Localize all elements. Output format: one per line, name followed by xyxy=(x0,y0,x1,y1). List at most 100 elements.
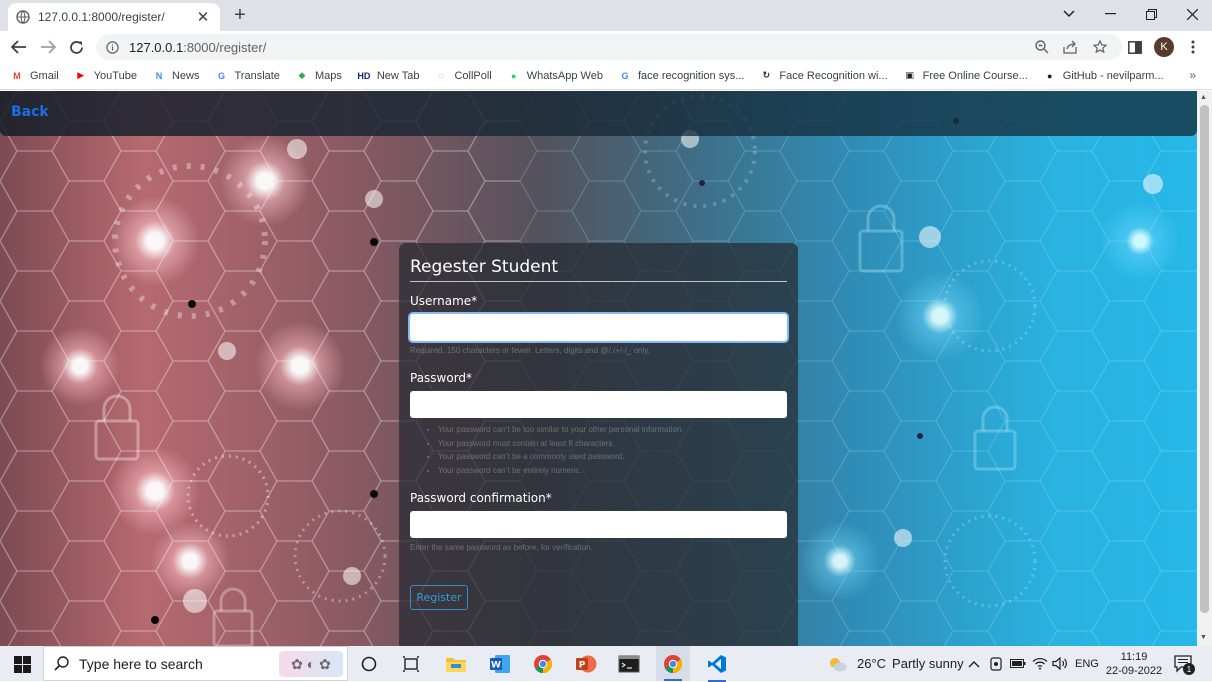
wifi-icon[interactable] xyxy=(1032,646,1048,681)
register-form-card: Regester Student Username* Required. 150… xyxy=(399,243,798,646)
password-label: Password* xyxy=(410,371,473,385)
taskbar-search-box[interactable]: Type here to search ✿ ◐ ✿ xyxy=(43,646,348,681)
weather-description: Partly sunny xyxy=(892,656,964,671)
bookmark-label: WhatsApp Web xyxy=(526,69,603,82)
bookmark-label: Free Online Course... xyxy=(922,69,1028,82)
language-indicator[interactable]: ENG xyxy=(1075,646,1099,681)
search-placeholder: Type here to search xyxy=(79,655,203,672)
bookmark-item[interactable]: ● GitHub - nevilparm... xyxy=(1043,69,1164,83)
clock-date: 22-09-2022 xyxy=(1105,664,1163,677)
share-icon[interactable] xyxy=(1059,34,1081,60)
partly-sunny-icon xyxy=(827,655,849,673)
page-header-bar: Back xyxy=(0,91,1197,136)
clock[interactable]: 11:19 22-09-2022 xyxy=(1104,646,1164,681)
scroll-up-arrow-icon[interactable]: ▲ xyxy=(1200,94,1207,101)
word-icon[interactable]: W xyxy=(487,651,513,677)
terminal-icon[interactable] xyxy=(616,651,642,677)
url-host: 127.0.0.1 xyxy=(129,39,184,55)
face-recognition-icon: ↻ xyxy=(762,70,771,80)
username-input[interactable] xyxy=(410,314,787,341)
bookmark-label: CollPoll xyxy=(454,69,492,82)
task-view-icon[interactable] xyxy=(398,651,424,677)
site-info-icon[interactable] xyxy=(106,40,119,54)
bookmark-star-icon[interactable] xyxy=(1089,34,1111,60)
more-menu-icon[interactable] xyxy=(1181,35,1205,59)
bookmark-item[interactable]: HD New Tab xyxy=(357,69,420,83)
course-icon: ▣ xyxy=(905,70,914,80)
password-confirmation-help-text: Enter the same password as before, for v… xyxy=(410,543,593,552)
password-rule: Your password must contain at least 8 ch… xyxy=(438,437,787,451)
profile-avatar[interactable]: K xyxy=(1152,35,1176,59)
weather-widget[interactable]: 26°C Partly sunny xyxy=(827,646,964,681)
bookmark-label: GitHub - nevilparm... xyxy=(1062,69,1164,82)
minimize-icon[interactable] xyxy=(1090,0,1130,28)
new-tab-icon[interactable]: + xyxy=(230,5,250,25)
file-explorer-icon[interactable] xyxy=(443,651,469,677)
chrome-active-icon[interactable] xyxy=(656,646,690,681)
bookmarks-overflow-icon[interactable]: » xyxy=(1189,68,1196,82)
tab-title: 127.0.0.1:8000/register/ xyxy=(38,10,165,24)
bookmark-item[interactable]: ▶ YouTube xyxy=(74,69,137,83)
back-arrow-icon[interactable] xyxy=(7,35,31,59)
bookmark-item[interactable]: M Gmail xyxy=(10,69,58,83)
vscode-icon[interactable] xyxy=(704,651,730,682)
bookmark-item[interactable]: N News xyxy=(152,69,200,83)
zoom-icon[interactable] xyxy=(1031,34,1053,60)
tab-strip: 127.0.0.1:8000/register/ ✕ + xyxy=(0,0,1212,31)
bookmark-item[interactable]: ↻ Face Recognition wi... xyxy=(759,69,888,83)
powerpoint-icon[interactable]: P xyxy=(573,651,599,677)
scrollbar-thumb[interactable] xyxy=(1200,105,1209,613)
weather-temperature: 26°C xyxy=(857,656,887,671)
register-button[interactable]: Register xyxy=(410,585,468,610)
close-tab-icon[interactable]: ✕ xyxy=(194,8,212,26)
address-bar[interactable]: 127.0.0.1:8000/register/ xyxy=(96,34,1122,60)
bookmark-item[interactable]: G Translate xyxy=(214,69,280,83)
back-link[interactable]: Back xyxy=(11,104,49,120)
forward-arrow-icon[interactable] xyxy=(36,35,60,59)
scroll-down-arrow-icon[interactable]: ▼ xyxy=(1200,634,1207,641)
bookmark-item[interactable]: ▣ Free Online Course... xyxy=(903,69,1028,83)
volume-icon[interactable] xyxy=(1052,646,1067,681)
cortana-icon[interactable] xyxy=(356,651,382,677)
collpoll-icon: ◌ xyxy=(438,70,445,81)
reload-icon[interactable] xyxy=(64,35,88,59)
tab-search-chevron-icon[interactable] xyxy=(1049,0,1089,28)
bookmark-item[interactable]: ◆ Maps xyxy=(295,69,342,83)
password-rule: Your password can’t be too similar to yo… xyxy=(438,423,787,437)
profile-initial: K xyxy=(1154,37,1174,57)
bookmark-label: New Tab xyxy=(376,69,420,82)
page-scrollbar[interactable]: ▲ ▼ xyxy=(1197,91,1212,646)
svg-text:W: W xyxy=(491,661,501,671)
bookmark-item[interactable]: ● WhatsApp Web xyxy=(507,69,603,83)
bookmark-label: Translate xyxy=(234,69,280,82)
username-help-text: Required. 150 characters or fewer. Lette… xyxy=(410,346,650,355)
windows-start-icon[interactable] xyxy=(9,651,35,677)
url-path: :8000/register/ xyxy=(183,39,267,55)
username-label: Username* xyxy=(410,294,478,308)
bookmarks-bar: M Gmail ▶ YouTube N News G Translate ◆ Maps HD New … xyxy=(0,62,1212,90)
close-window-icon[interactable] xyxy=(1172,0,1212,28)
hd-icon: HD xyxy=(357,70,371,81)
side-panel-icon[interactable] xyxy=(1123,35,1147,59)
whatsapp-icon: ● xyxy=(511,70,517,81)
notification-center-icon[interactable]: 1 xyxy=(1174,646,1195,681)
google-icon: G xyxy=(621,70,629,81)
browser-toolbar: 127.0.0.1:8000/register/ K xyxy=(0,31,1212,62)
password-confirmation-input[interactable] xyxy=(410,511,787,538)
notification-count-badge: 1 xyxy=(1183,663,1195,675)
password-input[interactable] xyxy=(410,391,787,418)
chrome-icon[interactable] xyxy=(530,651,556,677)
password-rules-list: Your password can’t be too similar to yo… xyxy=(438,423,787,477)
bookmark-item[interactable]: ◌ CollPoll xyxy=(434,69,492,83)
restore-icon[interactable] xyxy=(1131,0,1171,28)
meet-now-icon[interactable] xyxy=(990,646,1002,681)
clock-time: 11:19 xyxy=(1120,650,1148,663)
password-rule: Your password can’t be a commonly used p… xyxy=(438,450,787,464)
gmail-icon: M xyxy=(13,70,21,81)
battery-icon[interactable] xyxy=(1010,646,1026,681)
bookmark-label: Maps xyxy=(314,69,342,82)
bookmark-item[interactable]: Gface recognition sys... xyxy=(618,69,744,83)
show-hidden-icons-chevron-icon[interactable] xyxy=(968,646,980,681)
browser-tab[interactable]: 127.0.0.1:8000/register/ ✕ xyxy=(8,3,220,31)
page-viewport: Back Regester Student Username* Required… xyxy=(0,91,1197,646)
